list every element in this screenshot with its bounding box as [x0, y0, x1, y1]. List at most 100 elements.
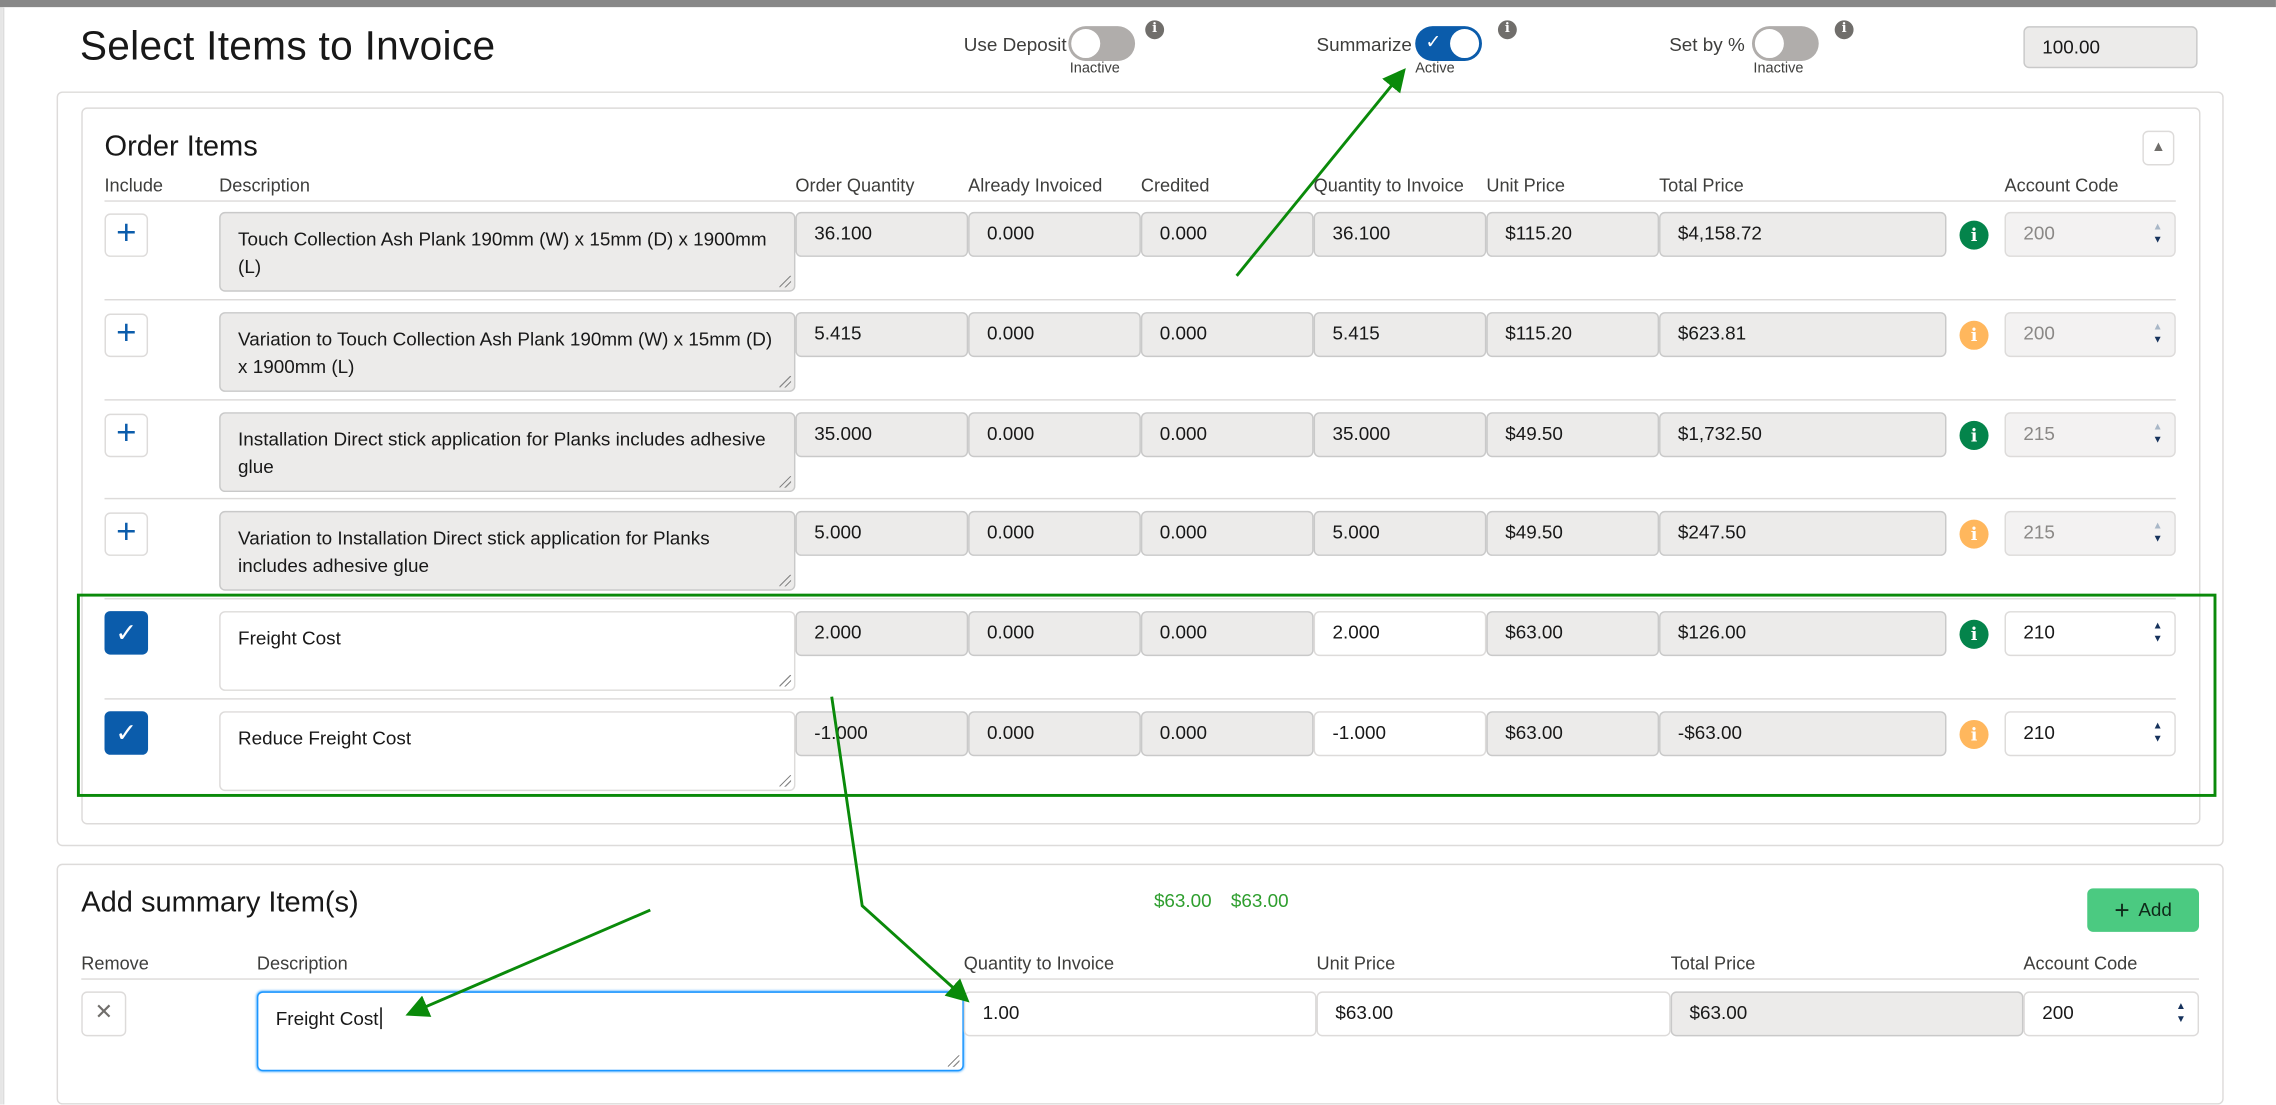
account-code-spinner[interactable]: ▲ ▼ — [2176, 1000, 2186, 1026]
spin-up-icon[interactable]: ▲ — [2176, 1000, 2186, 1013]
row-account-code-value: 200 — [2023, 222, 2055, 244]
summary-description-input[interactable]: Freight Cost — [256, 991, 964, 1072]
include-add-button[interactable]: + — [104, 313, 149, 358]
use-deposit-info-icon[interactable]: i — [1145, 20, 1165, 40]
toggle-knob — [1754, 29, 1784, 59]
summary-total-price: $63.00 — [1670, 991, 2024, 1037]
row-unit-price: $49.50 — [1486, 510, 1660, 556]
resize-grip[interactable] — [779, 275, 792, 288]
row-quantity-to-invoice: 5.000 — [1313, 510, 1487, 556]
row-total-price: $4,158.72 — [1659, 211, 1947, 257]
row-info-icon[interactable]: i — [1959, 220, 1989, 250]
row-already-invoiced: 0.000 — [968, 312, 1141, 358]
row-account-code-input: 215 ▲ ▼ — [2004, 412, 2176, 458]
row-total-price: $623.81 — [1659, 312, 1947, 358]
row-description-text: Variation to Touch Collection Ash Plank … — [238, 328, 773, 378]
col-include: Include — [104, 175, 164, 196]
row-info-icon[interactable]: i — [1959, 519, 1989, 549]
spin-down-icon: ▼ — [2152, 534, 2163, 545]
row-divider — [104, 399, 2176, 401]
account-code-spinner: ▲ ▼ — [2153, 421, 2163, 447]
summarize-toggle[interactable]: ✓ — [1415, 26, 1482, 61]
row-info-icon[interactable]: i — [1959, 320, 1989, 350]
percent-input[interactable]: 100.00 — [2023, 26, 2198, 69]
use-deposit-toggle[interactable] — [1068, 26, 1136, 61]
spin-down-icon: ▼ — [2152, 435, 2163, 446]
collapse-button[interactable]: ▲ — [2142, 130, 2175, 166]
row-account-code-input: 200 ▲ ▼ — [2004, 312, 2176, 358]
row-already-invoiced: 0.000 — [968, 412, 1141, 458]
include-add-button[interactable]: + — [104, 413, 149, 458]
row-unit-price: $49.50 — [1486, 412, 1660, 458]
row-total-price: $1,732.50 — [1659, 412, 1947, 458]
summary-account-code-value: 200 — [2042, 1001, 2074, 1024]
summarize-state: Active — [1415, 60, 1455, 77]
row-quantity-to-invoice: 36.100 — [1313, 211, 1487, 257]
row-account-code-input: 215 ▲ ▼ — [2004, 510, 2176, 556]
set-by-percent-toggle[interactable] — [1751, 26, 1819, 61]
add-summary-item-button[interactable]: + Add — [2087, 888, 2200, 932]
summarize-label: Summarize — [1316, 33, 1412, 56]
summary-header-divider — [81, 978, 2200, 980]
row-info-icon[interactable]: i — [1959, 420, 1989, 450]
row-quantity-to-invoice: 35.000 — [1313, 412, 1487, 458]
row-unit-price: $115.20 — [1486, 211, 1660, 257]
header-divider — [104, 200, 2176, 202]
spin-down-icon[interactable]: ▼ — [2176, 1013, 2186, 1026]
resize-grip[interactable] — [779, 476, 792, 488]
summary-account-code-input[interactable]: 200 ▲ ▼ — [2023, 991, 2200, 1037]
toggle-knob — [1450, 29, 1480, 59]
plus-icon: + — [116, 512, 137, 552]
set-by-percent-info-icon[interactable]: i — [1834, 20, 1854, 40]
row-description-text: Installation Direct stick application fo… — [238, 428, 766, 478]
plus-icon: + — [116, 413, 137, 453]
row-account-code-value: 215 — [2023, 521, 2055, 543]
spin-up-icon: ▲ — [2152, 222, 2163, 233]
use-deposit-label: Use Deposit — [963, 33, 1067, 56]
spin-down-icon: ▼ — [2152, 335, 2163, 346]
row-description: Touch Collection Ash Plank 190mm (W) x 1… — [219, 211, 796, 292]
col-order-quantity: Order Quantity — [795, 175, 915, 196]
include-add-button[interactable]: + — [104, 512, 149, 556]
row-already-invoiced: 0.000 — [968, 211, 1141, 257]
spin-up-icon: ▲ — [2152, 322, 2163, 333]
page-title: Select Items to Invoice — [79, 23, 496, 69]
row-credited: 0.000 — [1140, 312, 1314, 358]
resize-grip[interactable] — [779, 375, 792, 388]
spin-up-icon: ▲ — [2152, 521, 2163, 532]
resize-grip[interactable] — [947, 1055, 960, 1067]
plus-icon: + — [116, 313, 137, 353]
toggle-knob — [1071, 29, 1101, 59]
resize-grip[interactable] — [779, 574, 792, 587]
summary-total-2: $63.00 — [1230, 889, 1289, 912]
add-button-label: Add — [2138, 898, 2172, 921]
set-by-percent-label: Set by % — [1669, 33, 1745, 56]
row-description: Variation to Installation Direct stick a… — [219, 510, 796, 591]
row-account-code-value: 200 — [2023, 322, 2055, 345]
summarize-info-icon[interactable]: i — [1497, 20, 1517, 40]
row-order-quantity: 5.415 — [795, 312, 969, 358]
row-description: Installation Direct stick application fo… — [219, 412, 796, 493]
screen: Select Items to Invoice Use Deposit Inac… — [0, 0, 2276, 1105]
summary-col-description: Description — [256, 953, 348, 974]
row-unit-price: $115.20 — [1486, 312, 1660, 358]
row-account-code-input: 200 ▲ ▼ — [2004, 211, 2176, 257]
account-code-spinner: ▲ ▼ — [2153, 520, 2163, 546]
col-unit-price: Unit Price — [1486, 175, 1565, 196]
include-add-button[interactable]: + — [104, 213, 149, 257]
row-description-text: Variation to Installation Direct stick a… — [238, 526, 710, 577]
col-account-code: Account Code — [2004, 175, 2119, 196]
summary-col-total-price: Total Price — [1670, 953, 1756, 974]
col-description: Description — [219, 175, 310, 196]
spin-up-icon: ▲ — [2152, 422, 2163, 433]
remove-summary-item-button[interactable]: ✕ — [81, 991, 127, 1037]
summary-unit-price-input[interactable]: $63.00 — [1316, 991, 1671, 1037]
row-credited: 0.000 — [1140, 412, 1314, 458]
check-icon: ✓ — [1425, 30, 1442, 53]
row-credited: 0.000 — [1140, 211, 1314, 257]
summary-quantity-input[interactable]: 1.00 — [963, 991, 1317, 1037]
account-code-spinner: ▲ ▼ — [2153, 221, 2163, 247]
row-divider — [104, 497, 2176, 500]
col-credited: Credited — [1140, 175, 1210, 196]
row-total-price: $247.50 — [1659, 510, 1947, 556]
